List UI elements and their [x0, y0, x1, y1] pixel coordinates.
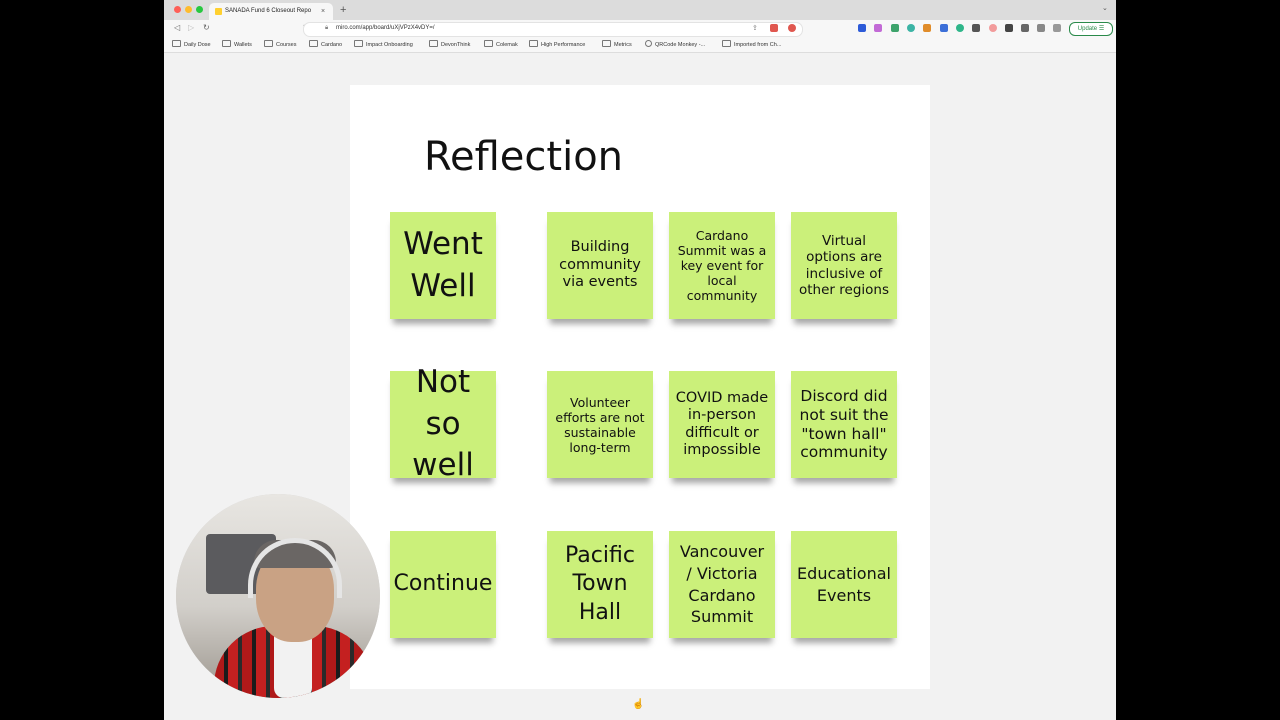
puzzle-icon[interactable]	[1021, 24, 1029, 32]
sticky-note-text: Volunteer efforts are not sustainable lo…	[555, 394, 645, 455]
tab-active[interactable]: SANADA Fund 6 Closeout Repo ×	[209, 3, 333, 20]
sticky-note[interactable]: Discord did not suit the "town hall" com…	[791, 371, 897, 478]
address-bar[interactable]: 🔒︎ miro.com/app/board/uXjVPzX4vDY=/ ⇪	[303, 22, 803, 37]
folder-icon	[354, 40, 363, 47]
folder-icon	[529, 40, 538, 47]
bookmark-wallets[interactable]: Wallets	[222, 40, 252, 50]
folder-icon	[309, 40, 318, 47]
maximize-window-button[interactable]	[196, 6, 203, 13]
sticky-note[interactable]: Cardano Summit was a key event for local…	[669, 212, 775, 319]
extension-4-icon[interactable]	[907, 24, 915, 32]
sticky-note-text: Not so well	[412, 363, 474, 484]
reflection-frame[interactable]: Reflection Went Well Building community …	[350, 85, 930, 689]
wallet-icon[interactable]	[1053, 24, 1061, 32]
share-icon[interactable]: ⇪	[752, 24, 758, 32]
sticky-note-went-well[interactable]: Went Well	[390, 212, 496, 319]
brave-shield-icon[interactable]	[770, 24, 778, 32]
bookmark-imported[interactable]: Imported from Ch...	[722, 40, 781, 50]
webcam-overlay	[176, 494, 380, 698]
tab-strip: SANADA Fund 6 Closeout Repo × + ⌄	[164, 0, 1116, 20]
sticky-note[interactable]: COVID made in-person difficult or imposs…	[669, 371, 775, 478]
sidebar-icon[interactable]	[1037, 24, 1045, 32]
folder-icon	[222, 40, 231, 47]
miro-favicon-icon	[215, 8, 222, 15]
sticky-note-text: Educational Events	[797, 563, 891, 605]
folder-icon	[264, 40, 273, 47]
sticky-note-not-so-well[interactable]: Not so well	[390, 364, 496, 483]
tab-search-icon[interactable]: ⌄	[1102, 4, 1108, 12]
sticky-note-text: Discord did not suit the "town hall" com…	[799, 387, 889, 462]
extension-8-icon[interactable]	[972, 24, 980, 32]
update-button[interactable]: Update ☰	[1069, 22, 1113, 36]
sticky-note[interactable]: Virtual options are inclusive of other r…	[791, 212, 897, 319]
extension-2-icon[interactable]	[874, 24, 882, 32]
sticky-note-text: Continue	[393, 571, 493, 597]
sticky-note-text: COVID made in-person difficult or imposs…	[675, 389, 769, 458]
new-tab-button[interactable]: +	[340, 3, 346, 17]
extension-10-icon[interactable]	[1005, 24, 1013, 32]
sticky-note-text: Pacific Town Hall	[565, 542, 635, 625]
back-icon[interactable]: ◁	[174, 23, 180, 33]
qrcode-icon	[645, 40, 652, 47]
bookmark-qrcode-monkey[interactable]: QRCode Monkey -...	[645, 40, 705, 50]
sticky-note-text: Vancouver / Victoria Cardano Summit	[679, 542, 765, 627]
folder-icon	[484, 40, 493, 47]
frame-title: Reflection	[424, 134, 624, 180]
tab-title: SANADA Fund 6 Closeout Repo	[225, 8, 312, 14]
minimize-window-button[interactable]	[185, 6, 192, 13]
brave-rewards-icon[interactable]	[788, 24, 796, 32]
close-window-button[interactable]	[174, 6, 181, 13]
bookmarks-bar: Daily Dose Wallets Courses Cardano Impac…	[164, 37, 1116, 53]
sticky-note[interactable]: Volunteer efforts are not sustainable lo…	[547, 371, 653, 478]
browser-toolbar: ◁ ▷ ↻ ▮ 🔒︎ miro.com/app/board/uXjVPzX4vD…	[164, 20, 1116, 37]
lock-icon: 🔒︎	[325, 25, 329, 31]
extension-7-icon[interactable]	[956, 24, 964, 32]
bookmark-high-performance[interactable]: High Performance	[529, 40, 585, 50]
mouse-cursor-icon: ☝	[632, 699, 645, 710]
sticky-note[interactable]: Building community via events	[547, 212, 653, 319]
sticky-note-text: Virtual options are inclusive of other r…	[799, 233, 889, 298]
folder-icon	[602, 40, 611, 47]
sticky-note-text: Went Well	[403, 225, 483, 304]
metamask-icon[interactable]	[923, 24, 931, 32]
sticky-note[interactable]: Educational Events	[791, 531, 897, 638]
bookmark-cardano[interactable]: Cardano	[309, 40, 342, 50]
folder-icon	[429, 40, 438, 47]
sticky-note[interactable]: Vancouver / Victoria Cardano Summit	[669, 531, 775, 638]
bookmark-colemak[interactable]: Colemak	[484, 40, 518, 50]
extension-3-icon[interactable]	[891, 24, 899, 32]
reload-icon[interactable]: ↻	[203, 23, 210, 33]
bookmark-impact-onboarding[interactable]: Impact Onboarding	[354, 40, 413, 50]
url-text: miro.com/app/board/uXjVPzX4vDY=/	[336, 25, 435, 31]
sticky-note-text: Building community via events	[559, 239, 641, 291]
forward-icon[interactable]: ▷	[188, 23, 194, 33]
bookmark-devonthink[interactable]: DevonThink	[429, 40, 470, 50]
bookmark-daily-dose[interactable]: Daily Dose	[172, 40, 211, 50]
sticky-note-continue[interactable]: Continue	[390, 531, 496, 638]
sticky-note[interactable]: Pacific Town Hall	[547, 531, 653, 638]
folder-icon	[172, 40, 181, 47]
extension-9-icon[interactable]	[989, 24, 997, 32]
bookmark-courses[interactable]: Courses	[264, 40, 296, 50]
sticky-note-text: Cardano Summit was a key event for local…	[677, 228, 767, 303]
extension-6-icon[interactable]	[940, 24, 948, 32]
bookmark-metrics[interactable]: Metrics	[602, 40, 632, 50]
tab-close-icon[interactable]: ×	[321, 3, 325, 20]
folder-icon	[722, 40, 731, 47]
extension-1-icon[interactable]	[858, 24, 866, 32]
